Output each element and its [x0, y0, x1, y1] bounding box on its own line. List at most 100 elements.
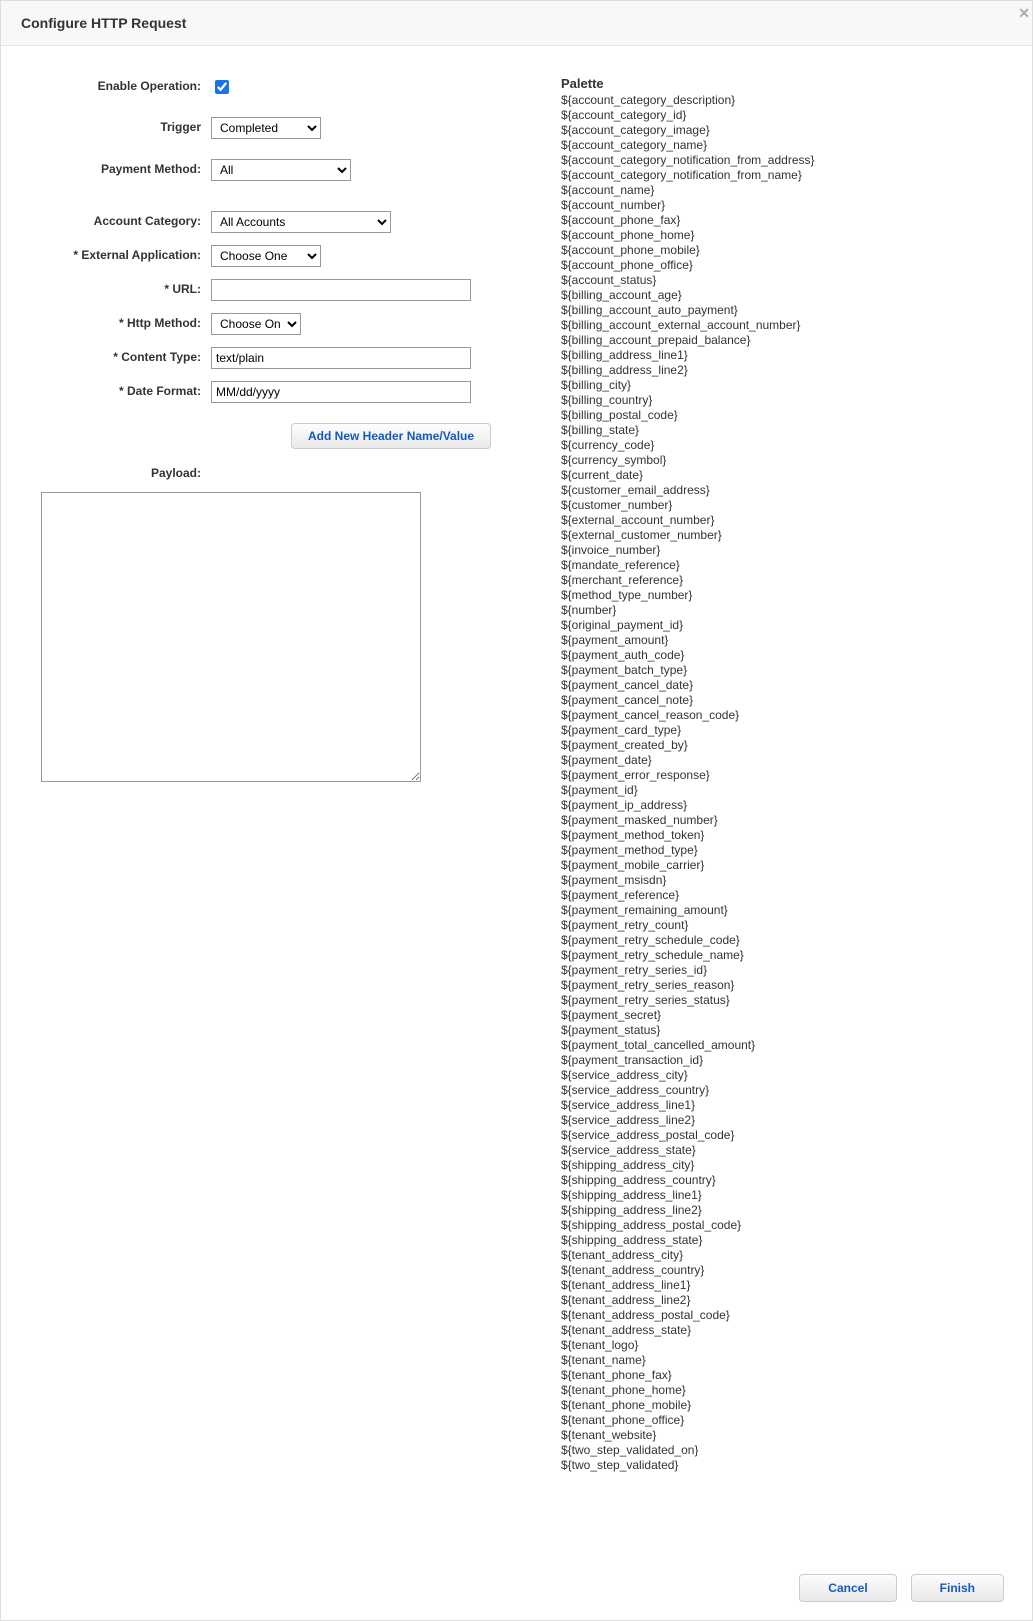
palette-item[interactable]: ${tenant_address_line2}	[561, 1293, 992, 1308]
palette-item[interactable]: ${payment_amount}	[561, 633, 992, 648]
close-icon[interactable]: ✕	[1014, 1, 1033, 26]
trigger-select[interactable]: Completed	[211, 117, 321, 139]
palette-item[interactable]: ${external_account_number}	[561, 513, 992, 528]
palette-item[interactable]: ${payment_retry_series_reason}	[561, 978, 992, 993]
palette-item[interactable]: ${tenant_address_city}	[561, 1248, 992, 1263]
palette-item[interactable]: ${payment_method_token}	[561, 828, 992, 843]
palette-item[interactable]: ${invoice_number}	[561, 543, 992, 558]
palette-item[interactable]: ${shipping_address_country}	[561, 1173, 992, 1188]
palette-item[interactable]: ${two_step_validated}	[561, 1458, 992, 1473]
palette-item[interactable]: ${mandate_reference}	[561, 558, 992, 573]
palette-item[interactable]: ${current_date}	[561, 468, 992, 483]
palette-item[interactable]: ${payment_card_type}	[561, 723, 992, 738]
palette-item[interactable]: ${payment_masked_number}	[561, 813, 992, 828]
palette-item[interactable]: ${shipping_address_postal_code}	[561, 1218, 992, 1233]
palette-item[interactable]: ${account_category_id}	[561, 108, 992, 123]
palette-item[interactable]: ${tenant_phone_office}	[561, 1413, 992, 1428]
palette-item[interactable]: ${payment_mobile_carrier}	[561, 858, 992, 873]
palette-item[interactable]: ${account_phone_home}	[561, 228, 992, 243]
palette-item[interactable]: ${merchant_reference}	[561, 573, 992, 588]
palette-item[interactable]: ${billing_state}	[561, 423, 992, 438]
payment-method-select[interactable]: All	[211, 159, 351, 181]
palette-item[interactable]: ${tenant_phone_fax}	[561, 1368, 992, 1383]
palette-item[interactable]: ${payment_total_cancelled_amount}	[561, 1038, 992, 1053]
palette-item[interactable]: ${payment_method_type}	[561, 843, 992, 858]
palette-item[interactable]: ${account_phone_office}	[561, 258, 992, 273]
palette-item[interactable]: ${tenant_address_line1}	[561, 1278, 992, 1293]
external-application-select[interactable]: Choose One	[211, 245, 321, 267]
palette-item[interactable]: ${billing_account_prepaid_balance}	[561, 333, 992, 348]
palette-item[interactable]: ${tenant_address_state}	[561, 1323, 992, 1338]
account-category-select[interactable]: All Accounts	[211, 211, 391, 233]
palette-item[interactable]: ${payment_batch_type}	[561, 663, 992, 678]
palette-item[interactable]: ${billing_account_auto_payment}	[561, 303, 992, 318]
palette-item[interactable]: ${external_customer_number}	[561, 528, 992, 543]
palette-item[interactable]: ${payment_cancel_reason_code}	[561, 708, 992, 723]
palette-item[interactable]: ${shipping_address_line1}	[561, 1188, 992, 1203]
palette-item[interactable]: ${tenant_name}	[561, 1353, 992, 1368]
palette-item[interactable]: ${account_category_notification_from_nam…	[561, 168, 992, 183]
palette-item[interactable]: ${two_step_validated_on}	[561, 1443, 992, 1458]
palette-item[interactable]: ${payment_retry_schedule_name}	[561, 948, 992, 963]
palette-item[interactable]: ${tenant_website}	[561, 1428, 992, 1443]
palette-item[interactable]: ${service_address_country}	[561, 1083, 992, 1098]
cancel-button[interactable]: Cancel	[799, 1574, 896, 1602]
palette-item[interactable]: ${number}	[561, 603, 992, 618]
palette-item[interactable]: ${billing_city}	[561, 378, 992, 393]
palette-item[interactable]: ${payment_retry_series_id}	[561, 963, 992, 978]
palette-item[interactable]: ${payment_status}	[561, 1023, 992, 1038]
palette-item[interactable]: ${payment_id}	[561, 783, 992, 798]
palette-item[interactable]: ${account_name}	[561, 183, 992, 198]
palette-item[interactable]: ${payment_secret}	[561, 1008, 992, 1023]
palette-item[interactable]: ${account_category_image}	[561, 123, 992, 138]
palette-item[interactable]: ${tenant_address_country}	[561, 1263, 992, 1278]
enable-operation-checkbox[interactable]	[215, 80, 229, 94]
palette-item[interactable]: ${tenant_address_postal_code}	[561, 1308, 992, 1323]
palette-item[interactable]: ${service_address_line2}	[561, 1113, 992, 1128]
palette-item[interactable]: ${billing_address_line1}	[561, 348, 992, 363]
palette-item[interactable]: ${billing_postal_code}	[561, 408, 992, 423]
palette-item[interactable]: ${account_phone_mobile}	[561, 243, 992, 258]
palette-item[interactable]: ${payment_reference}	[561, 888, 992, 903]
palette-item[interactable]: ${payment_created_by}	[561, 738, 992, 753]
palette-item[interactable]: ${payment_retry_series_status}	[561, 993, 992, 1008]
date-format-input[interactable]	[211, 381, 471, 403]
palette-item[interactable]: ${tenant_phone_home}	[561, 1383, 992, 1398]
palette-item[interactable]: ${account_phone_fax}	[561, 213, 992, 228]
palette-item[interactable]: ${service_address_city}	[561, 1068, 992, 1083]
palette-item[interactable]: ${shipping_address_city}	[561, 1158, 992, 1173]
palette-item[interactable]: ${payment_error_response}	[561, 768, 992, 783]
palette-item[interactable]: ${tenant_logo}	[561, 1338, 992, 1353]
palette-item[interactable]: ${payment_transaction_id}	[561, 1053, 992, 1068]
palette-item[interactable]: ${payment_msisdn}	[561, 873, 992, 888]
palette-item[interactable]: ${account_category_name}	[561, 138, 992, 153]
palette-item[interactable]: ${payment_ip_address}	[561, 798, 992, 813]
palette-item[interactable]: ${payment_remaining_amount}	[561, 903, 992, 918]
url-input[interactable]	[211, 279, 471, 301]
finish-button[interactable]: Finish	[911, 1574, 1004, 1602]
palette-item[interactable]: ${billing_address_line2}	[561, 363, 992, 378]
palette-item[interactable]: ${customer_number}	[561, 498, 992, 513]
palette-item[interactable]: ${payment_date}	[561, 753, 992, 768]
http-method-select[interactable]: Choose One	[211, 313, 301, 335]
add-header-button[interactable]: Add New Header Name/Value	[291, 423, 491, 449]
palette-item[interactable]: ${payment_cancel_note}	[561, 693, 992, 708]
palette-item[interactable]: ${method_type_number}	[561, 588, 992, 603]
palette-item[interactable]: ${service_address_line1}	[561, 1098, 992, 1113]
palette-item[interactable]: ${payment_retry_schedule_code}	[561, 933, 992, 948]
palette-item[interactable]: ${account_number}	[561, 198, 992, 213]
palette-item[interactable]: ${account_status}	[561, 273, 992, 288]
palette-item[interactable]: ${shipping_address_line2}	[561, 1203, 992, 1218]
content-type-input[interactable]	[211, 347, 471, 369]
palette-item[interactable]: ${currency_code}	[561, 438, 992, 453]
palette-item[interactable]: ${service_address_state}	[561, 1143, 992, 1158]
palette-item[interactable]: ${original_payment_id}	[561, 618, 992, 633]
palette-item[interactable]: ${payment_cancel_date}	[561, 678, 992, 693]
palette-item[interactable]: ${shipping_address_state}	[561, 1233, 992, 1248]
palette-item[interactable]: ${payment_retry_count}	[561, 918, 992, 933]
palette-item[interactable]: ${account_category_notification_from_add…	[561, 153, 992, 168]
palette-item[interactable]: ${account_category_description}	[561, 93, 992, 108]
palette-item[interactable]: ${tenant_phone_mobile}	[561, 1398, 992, 1413]
palette-item[interactable]: ${billing_account_external_account_numbe…	[561, 318, 992, 333]
palette-item[interactable]: ${payment_auth_code}	[561, 648, 992, 663]
